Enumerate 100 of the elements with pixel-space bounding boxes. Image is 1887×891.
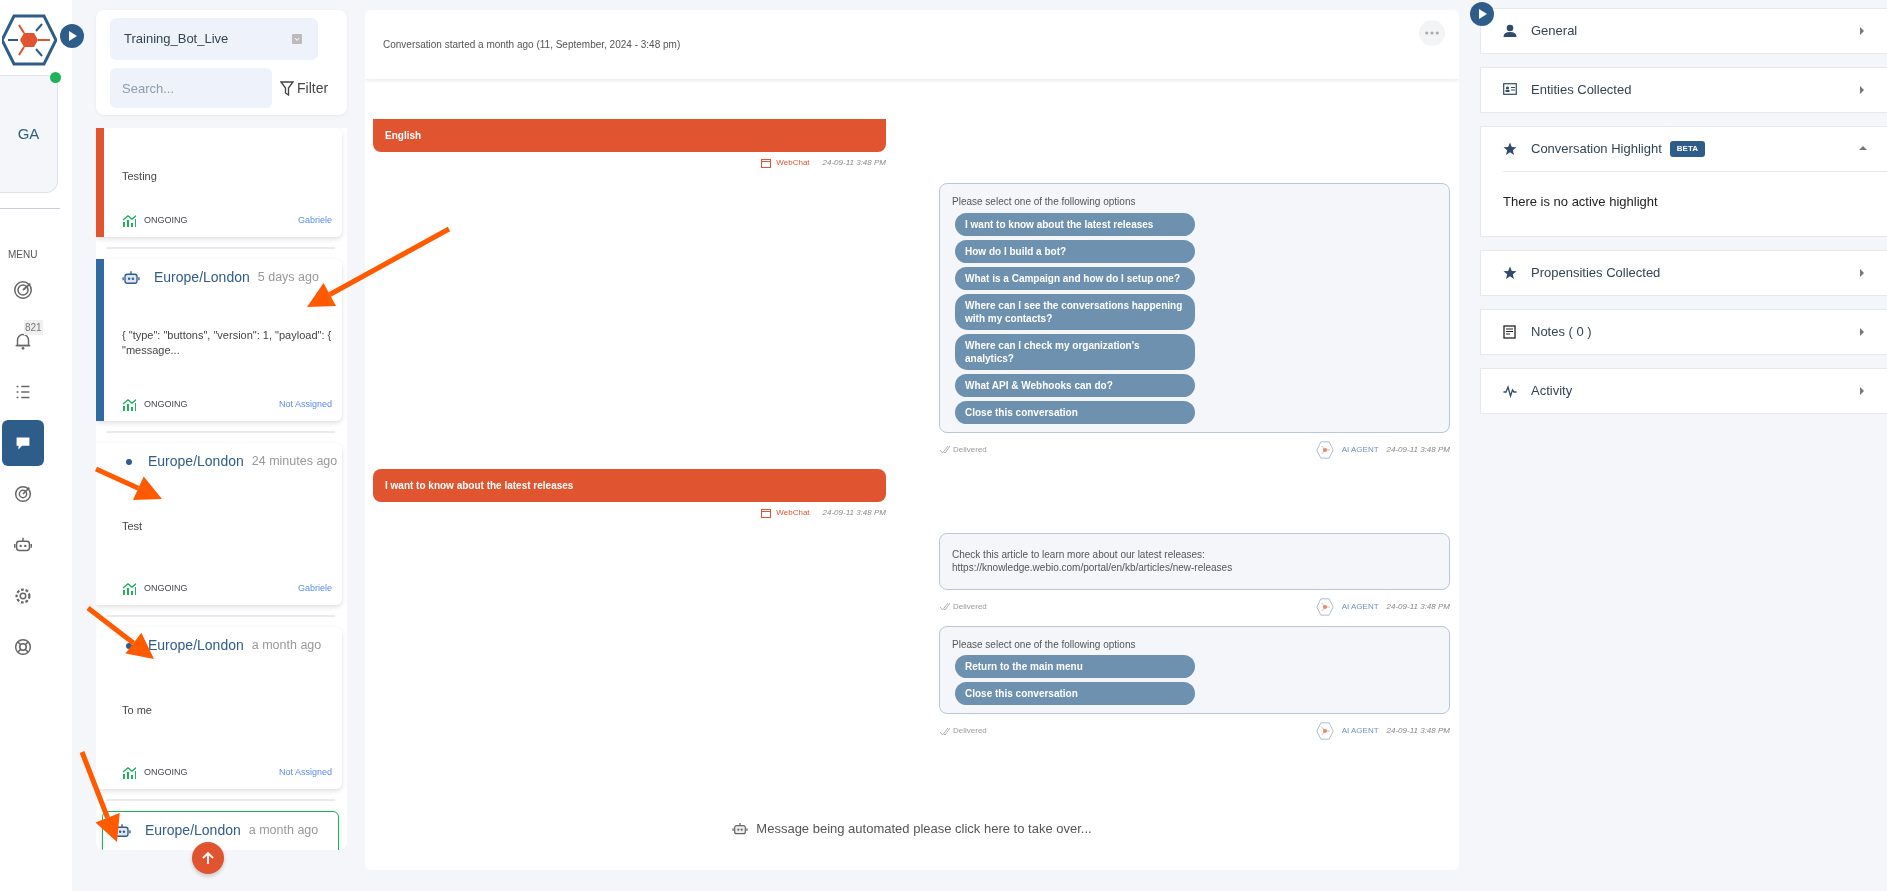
star-icon — [1503, 265, 1517, 280]
chart-icon — [122, 765, 136, 779]
filter-button[interactable]: Filter — [280, 77, 329, 99]
play-icon — [66, 30, 78, 42]
unread-dot — [126, 458, 132, 465]
dropdown-icon — [292, 34, 302, 44]
menu-item[interactable]: 821 — [2, 318, 44, 364]
highlight-text: There is no active highlight — [1503, 171, 1887, 236]
user-message: I want to know about the latest releases — [373, 468, 886, 502]
radar-icon — [12, 279, 34, 301]
message-text: Please select one of the following options — [952, 637, 1137, 651]
star-icon — [1503, 142, 1517, 156]
expand-icon — [1859, 268, 1867, 277]
chart-icon — [122, 397, 136, 411]
channel-label: WebChat — [776, 506, 810, 519]
scroll-up-button[interactable] — [192, 842, 224, 874]
menu-item[interactable] — [2, 420, 44, 466]
beta-badge: BETA — [1669, 141, 1705, 157]
assignee-label: Gabriele — [297, 213, 332, 227]
conversation-time: a month ago — [248, 822, 319, 840]
avatar-card[interactable]: GA — [0, 75, 58, 193]
menu-label: MENU — [8, 248, 39, 262]
conversation-title: Europe/London — [148, 452, 244, 471]
message-time: 24-09-11 3:48 PM — [822, 157, 886, 169]
message-time: 24-09-11 3:48 PM — [1386, 443, 1450, 456]
conversation-card[interactable]: Testing ONGOING Gabriele — [96, 128, 342, 237]
user-message: English — [373, 119, 886, 152]
search-field[interactable]: Search... — [110, 68, 272, 108]
filter-icon — [280, 80, 294, 96]
delivered-label: Delivered — [953, 600, 987, 613]
target-icon — [12, 483, 34, 505]
message-text: Please select one of the following options — [952, 195, 1137, 209]
accordion-header[interactable]: Activity — [1481, 368, 1887, 413]
message-preview: Test — [122, 519, 143, 535]
expand-icon — [1859, 327, 1867, 336]
message-time: 24-09-11 3:48 PM — [822, 506, 886, 519]
logo-icon — [2, 14, 57, 66]
accordion-header[interactable]: General — [1481, 9, 1887, 53]
status-label: ONGOING — [144, 213, 188, 227]
bot-select[interactable]: Training_Bot_Live — [110, 18, 318, 60]
sender-label: AI AGENT — [1341, 443, 1379, 456]
accordion-header[interactable]: Entities Collected — [1481, 68, 1887, 112]
message-time: 24-09-11 3:48 PM — [1386, 725, 1450, 737]
conversation-title: Europe/London — [148, 636, 244, 655]
status-label: ONGOING — [144, 765, 188, 779]
conversation-time: a month ago — [251, 637, 322, 655]
chart-icon — [122, 213, 136, 227]
collapse-icon — [1859, 145, 1867, 153]
sender-label: AI AGENT — [1341, 725, 1379, 737]
takeover-link[interactable]: Message being automated please click here to take over... — [756, 819, 1092, 839]
message-preview: Testing — [122, 169, 157, 185]
message-text: Check this article to learn more about our latest releases: https://knowledge.webio.com/portal/en/kb/articles/new-releases — [952, 547, 1234, 575]
expand-icon — [1859, 27, 1867, 35]
expand-button[interactable] — [60, 24, 84, 48]
conversation-time: 5 days ago — [257, 269, 319, 287]
accordion-header[interactable]: Conversation Highlight BETA — [1481, 127, 1887, 171]
help-icon — [12, 636, 34, 658]
message-time: 24-09-11 3:48 PM — [1386, 600, 1450, 613]
status-label: ONGOING — [144, 397, 188, 411]
agent-icon — [1315, 597, 1334, 616]
more-icon — [1425, 30, 1439, 35]
message-preview: To me — [122, 703, 152, 719]
sender-label: AI AGENT — [1341, 600, 1379, 613]
accordion-header[interactable]: Propensities Collected — [1481, 250, 1887, 295]
conversation-start-text: Conversation started a month ago (11, September, 2024 - 3:48 pm) — [383, 38, 681, 52]
expand-icon — [1859, 386, 1867, 395]
notification-count: 821 — [24, 320, 43, 335]
chart-icon — [122, 581, 136, 595]
notes-icon — [1503, 324, 1517, 339]
accordion-header[interactable]: Notes ( 0 ) — [1481, 309, 1887, 354]
id-card-icon — [1503, 83, 1517, 97]
agent-icon — [1315, 722, 1334, 740]
channel-label: WebChat — [776, 157, 810, 169]
check-icon — [939, 602, 950, 611]
robot-icon — [122, 268, 140, 287]
message-preview: { "type": "buttons", "version": 1, "payload": { "message... — [122, 327, 332, 358]
conversation-card[interactable]: Europe/London a month ago — [102, 811, 339, 850]
delivered-label: Delivered — [953, 725, 987, 737]
conversation-time: 24 minutes ago — [251, 453, 338, 471]
conversation-card[interactable]: Europe/London 5 days ago { "type": "buttons", "version": 1, "payload": { "message... ONGOING Not Assigned — [96, 259, 342, 421]
person-icon — [1503, 24, 1517, 38]
conversation-title: Europe/London — [154, 268, 250, 287]
check-icon — [939, 726, 950, 736]
activity-icon — [1503, 383, 1517, 398]
arrow-up-icon — [201, 851, 215, 865]
bot-name: Training_Bot_Live — [124, 30, 229, 49]
agent-icon — [1315, 440, 1334, 459]
delivered-label: Delivered — [953, 443, 987, 456]
conversation-title: Europe/London — [145, 821, 241, 840]
check-icon — [939, 445, 950, 454]
play-icon — [1476, 8, 1488, 20]
assignee-label: Gabriele — [297, 581, 332, 595]
status-label: ONGOING — [144, 581, 188, 595]
expand-icon — [1859, 86, 1867, 94]
robot-icon — [732, 820, 749, 837]
expand-button[interactable] — [1470, 2, 1494, 26]
calendar-icon — [761, 158, 772, 168]
calendar-icon — [761, 507, 772, 518]
assignee-label: Not Assigned — [278, 397, 332, 411]
assignee-label: Not Assigned — [278, 765, 332, 779]
